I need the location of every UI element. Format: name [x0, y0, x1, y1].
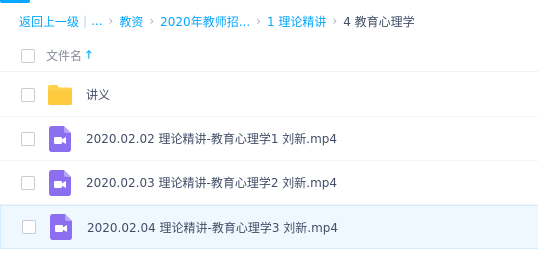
list-item-video[interactable]: 2020.02.04 理论精讲-教育心理学3 刘新.mp4	[0, 205, 538, 249]
row-checkbox[interactable]	[21, 175, 35, 190]
row-checkbox[interactable]	[21, 87, 35, 102]
back-link[interactable]: 返回上一级	[19, 13, 79, 30]
folder-icon	[47, 83, 73, 107]
breadcrumb: 返回上一级 | ... › 教资 › 2020年教师招... › 1 理论精讲 …	[19, 11, 415, 31]
top-accent-bar	[0, 0, 30, 3]
file-name[interactable]: 2020.02.02 理论精讲-教育心理学1 刘新.mp4	[86, 130, 337, 147]
column-header-filename[interactable]: 文件名	[46, 47, 82, 64]
chevron-right-icon: ›	[256, 14, 261, 28]
file-name[interactable]: 讲义	[86, 86, 110, 103]
file-name[interactable]: 2020.02.03 理论精讲-教育心理学2 刘新.mp4	[86, 174, 337, 191]
file-name[interactable]: 2020.02.04 理论精讲-教育心理学3 刘新.mp4	[87, 219, 338, 236]
chevron-right-icon: ›	[149, 14, 155, 28]
video-file-icon	[48, 214, 74, 240]
breadcrumb-item-2[interactable]: 2020年教师招...	[160, 13, 250, 30]
list-header: 文件名 🡑	[0, 40, 538, 72]
chevron-right-icon: ›	[332, 14, 338, 28]
row-checkbox[interactable]	[21, 131, 35, 146]
select-all-checkbox[interactable]	[21, 48, 35, 63]
breadcrumb-divider: |	[83, 14, 88, 28]
list-item-video[interactable]: 2020.02.03 理论精讲-教育心理学2 刘新.mp4	[0, 161, 538, 205]
row-checkbox[interactable]	[22, 220, 36, 234]
breadcrumb-item-3[interactable]: 1 理论精讲	[267, 13, 326, 30]
chevron-right-icon: ›	[108, 14, 114, 28]
video-file-icon	[47, 169, 73, 196]
breadcrumb-current: 4 教育心理学	[343, 14, 415, 29]
breadcrumb-item-1[interactable]: 教资	[119, 13, 143, 30]
list-item-folder[interactable]: 讲义	[0, 73, 538, 117]
list-item-video[interactable]: 2020.02.02 理论精讲-教育心理学1 刘新.mp4	[0, 117, 538, 161]
arrow-up-icon[interactable]: 🡑	[86, 46, 92, 65]
video-file-icon	[47, 125, 73, 152]
breadcrumb-ellipsis[interactable]: ...	[91, 14, 102, 28]
